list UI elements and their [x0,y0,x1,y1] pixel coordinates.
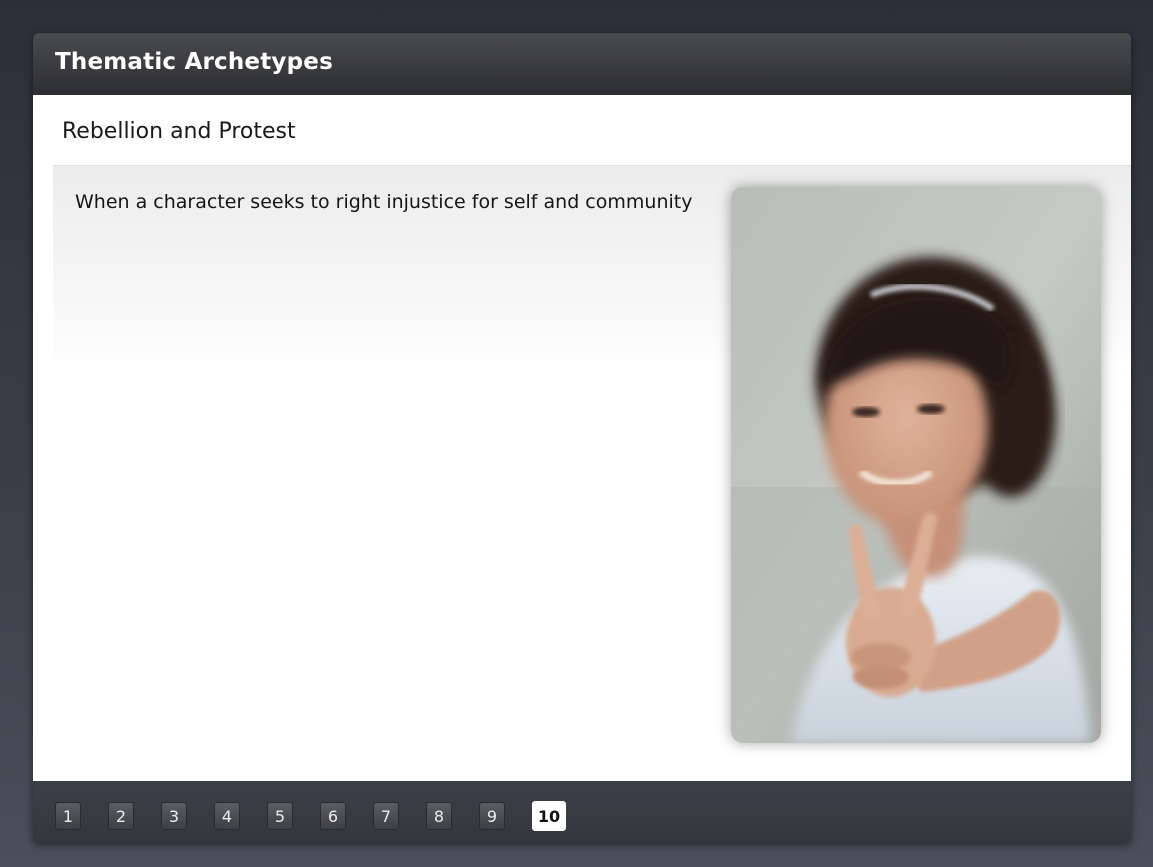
title-bar: Thematic Archetypes [33,33,1131,96]
page-button-8[interactable]: 8 [426,802,452,830]
page-button-6[interactable]: 6 [320,802,346,830]
description-text: When a character seeks to right injustic… [75,191,693,213]
slide-title: Thematic Archetypes [55,49,333,75]
page-button-5[interactable]: 5 [267,802,293,830]
page-button-1[interactable]: 1 [55,802,81,830]
page-button-2[interactable]: 2 [108,802,134,830]
page-button-7[interactable]: 7 [373,802,399,830]
page-button-3[interactable]: 3 [161,802,187,830]
page-button-4[interactable]: 4 [214,802,240,830]
page-button-10-current[interactable]: 10 [532,801,566,831]
slide-frame: Thematic Archetypes Rebellion and Protes… [33,33,1131,843]
page-button-9[interactable]: 9 [479,802,505,830]
content-panel: When a character seeks to right injustic… [53,165,1131,766]
slide-content: Rebellion and Protest When a character s… [33,95,1131,781]
photo-peace-sign [731,187,1101,743]
slide-subtitle: Rebellion and Protest [62,119,296,144]
photo-illustration [731,187,1101,743]
pagination-bar: 1 2 3 4 5 6 7 8 9 10 [33,781,1131,843]
